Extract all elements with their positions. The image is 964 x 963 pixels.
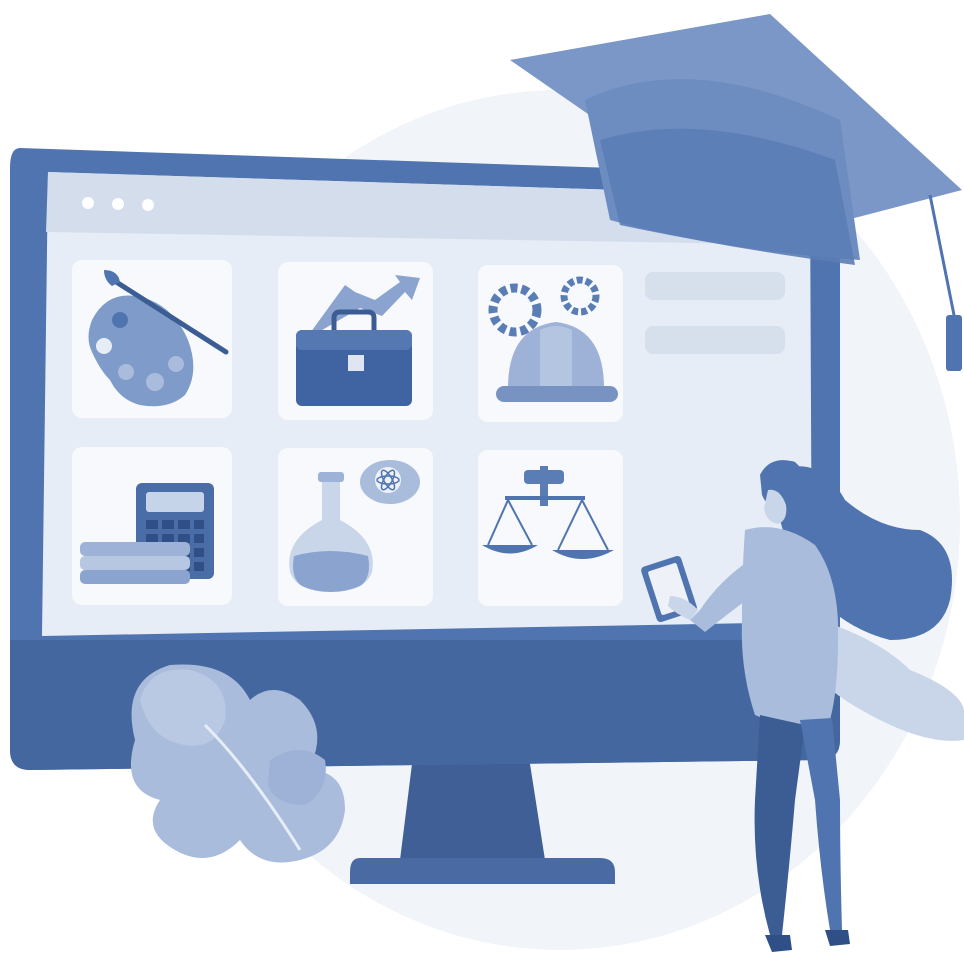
browser-dot [112, 198, 124, 210]
placeholder-bar [645, 272, 785, 300]
browser-dot [142, 199, 154, 211]
education-illustration [0, 0, 964, 963]
placeholder-bar [645, 326, 785, 354]
browser-dot [82, 197, 94, 209]
